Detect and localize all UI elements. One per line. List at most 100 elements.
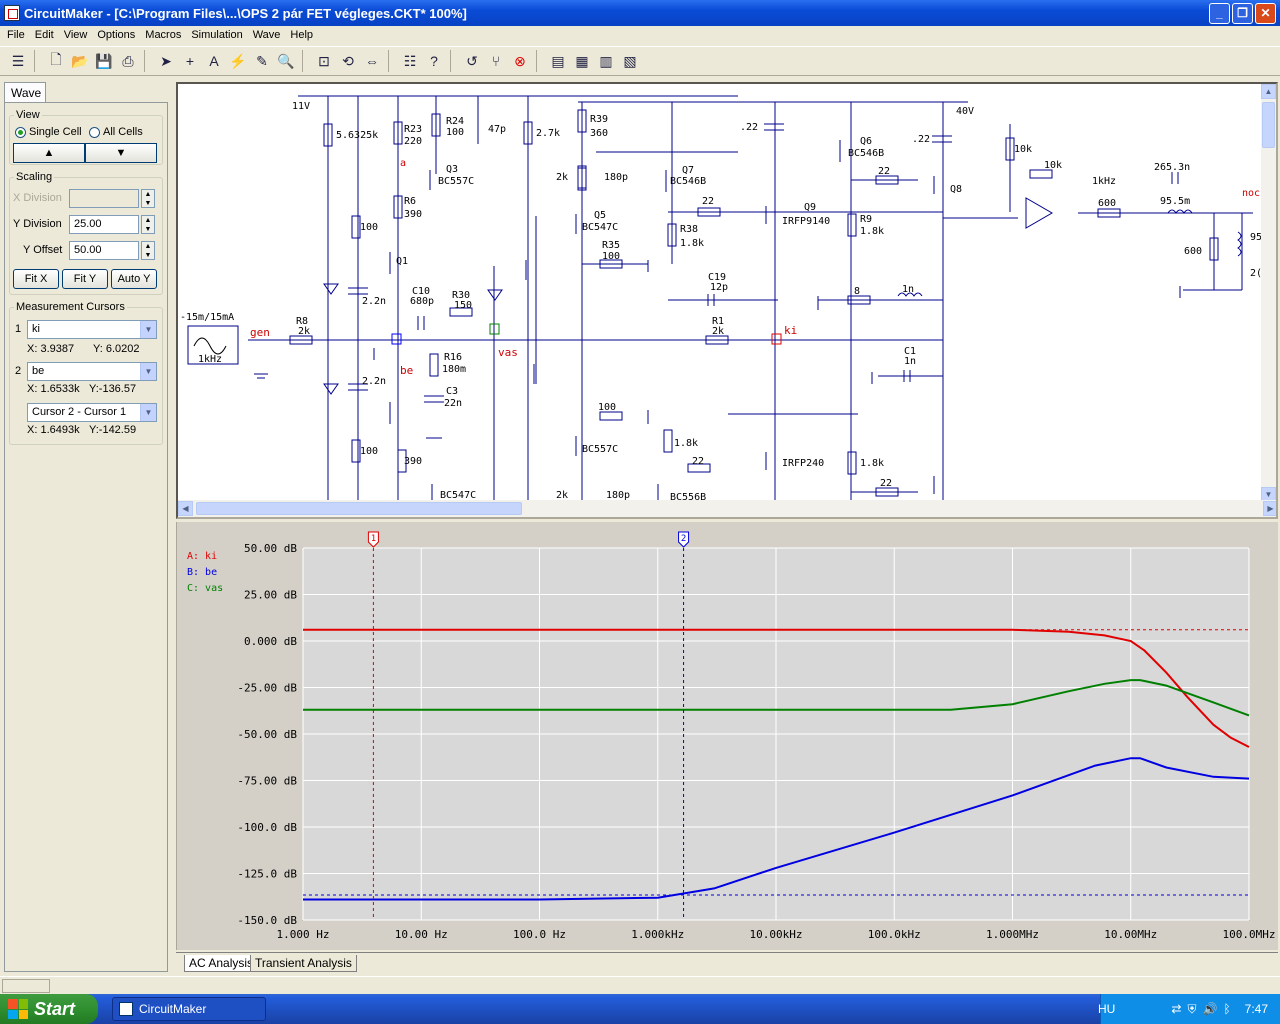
horizontal-scroll-thumb[interactable] [196,502,522,515]
all-cells-radio[interactable]: All Cells [89,126,143,138]
scroll-right-icon[interactable]: ▶ [1263,501,1276,516]
wave-window-icon[interactable]: ▤ [546,49,570,73]
node-vas-label: vas [498,346,518,359]
restore-button[interactable]: ❐ [1232,3,1253,24]
part-r24-value: 100 [446,127,464,138]
y-offset-field[interactable]: 50.00 [69,241,139,260]
open-folder-icon[interactable]: 📂 [68,49,92,73]
language-indicator[interactable]: HU [1098,1002,1115,1016]
cursor-diff-select[interactable]: Cursor 2 - Cursor 1 ▼ [27,403,157,422]
single-cell-radio[interactable]: Single Cell [15,126,82,138]
menu-edit[interactable]: Edit [30,29,59,41]
scope-icon[interactable]: ▧ [618,49,642,73]
new-file-icon[interactable]: 🗋 [44,49,68,73]
part-r22-d: 22 [880,478,892,489]
y-offset-spinner[interactable]: ▲ ▼ [141,241,155,260]
tab-ac-analysis[interactable]: AC Analysis [184,955,259,972]
part-r8-value: 2k [298,326,310,337]
menu-options[interactable]: Options [92,29,140,41]
y-tick-label: -125.0 dB [237,868,297,881]
rotate-icon[interactable]: ⟲ [336,49,360,73]
probe-pen-icon[interactable]: ✎ [250,49,274,73]
minimize-button[interactable]: _ [1209,3,1230,24]
part-r1k8-b: 1.8k [860,458,884,469]
scroll-left-icon[interactable]: ◀ [178,501,193,516]
print-icon[interactable]: ⎙ [116,49,140,73]
part-r6-value: 390 [404,209,422,220]
part-c3-name: C3 [446,386,458,397]
app-icon [119,1002,133,1016]
parts-icon[interactable]: ☰ [6,49,30,73]
menu-help[interactable]: Help [285,29,318,41]
y-division-field[interactable]: 25.00 [69,215,139,234]
schematic-vertical-scrollbar[interactable]: ▲ ▼ [1261,84,1276,502]
help-icon[interactable]: ? [422,49,446,73]
step-icon[interactable]: ⑂ [484,49,508,73]
view-down-button[interactable]: ▼ [85,143,157,163]
bluetooth-icon[interactable]: ᛒ [1223,1002,1230,1016]
supply-40v-label: 40V [956,106,974,117]
start-button[interactable]: Start [0,994,98,1024]
part-c22-b: .22 [912,134,930,145]
x-division-spinner[interactable]: ▲ ▼ [141,189,155,208]
schematic-horizontal-scrollbar[interactable]: ◀ ▶ [178,500,1276,517]
clock[interactable]: 7:47 [1245,1002,1268,1016]
shield-icon[interactable]: ⛨ [1187,1002,1196,1017]
menu-simulation[interactable]: Simulation [186,29,247,41]
part-q3-value: BC557C [438,176,474,187]
part-r35-name: R35 [602,240,620,251]
wire-tool-icon[interactable]: + [178,49,202,73]
analysis-setup-icon[interactable]: ▥ [594,49,618,73]
y-tick-label: -75.00 dB [237,775,297,788]
taskbar-item-circuitmaker[interactable]: CircuitMaker [112,997,266,1021]
part-r10k-b: 10k [1044,160,1062,171]
stop-icon[interactable]: ⊗ [508,49,532,73]
scroll-up-icon[interactable]: ▲ [1261,84,1276,99]
vertical-scroll-thumb[interactable] [1262,102,1275,148]
menu-view[interactable]: View [59,29,93,41]
part-r600-a: 600 [1098,198,1116,209]
menu-file[interactable]: File [2,29,30,41]
auto-y-button[interactable]: Auto Y [111,269,157,289]
y-tick-label: 25.00 dB [244,589,297,602]
cursor1-node-select[interactable]: ki ▼ [27,320,157,339]
save-icon[interactable]: 💾 [92,49,116,73]
cursor2-node-select[interactable]: be ▼ [27,362,157,381]
chart-svg: 1.000 Hz 10.00 Hz 100.0 Hz 1.000kHz 10.00kHz… [187,531,1275,941]
zoom-fit-icon[interactable]: ⊡ [312,49,336,73]
part-l1n: 1n [902,284,914,295]
reset-icon[interactable]: ↺ [460,49,484,73]
netlist-icon[interactable]: ☷ [398,49,422,73]
text-tool-icon[interactable]: A [202,49,226,73]
tab-transient-analysis[interactable]: Transient Analysis [250,955,357,972]
volume-icon[interactable]: 🔊 [1202,1002,1217,1016]
menu-macros[interactable]: Macros [140,29,186,41]
menu-wave[interactable]: Wave [248,29,286,41]
close-button[interactable]: ✕ [1255,3,1276,24]
analysis-tabs: AC Analysis Transient Analysis [176,952,1278,972]
schematic-canvas[interactable]: 11V 40V -15m/15mA 1kHz gen be ki vas a n… [176,82,1278,519]
ac-analysis-graph[interactable]: 1.000 Hz 10.00 Hz 100.0 Hz 1.000kHz 10.00kHz… [176,522,1278,950]
zoom-icon[interactable]: 🔍 [274,49,298,73]
tab-wave[interactable]: Wave [4,82,46,102]
network-icon[interactable]: ⇄ [1171,1002,1181,1016]
fit-y-button[interactable]: Fit Y [62,269,108,289]
mirror-icon[interactable]: ⇔ [360,49,384,73]
chevron-down-icon: ▼ [140,321,156,338]
x-division-field[interactable] [69,189,139,208]
analysis-icon[interactable]: ▦ [570,49,594,73]
y-division-spinner[interactable]: ▲ ▼ [141,215,155,234]
part-r9-name: R9 [860,214,872,225]
x-tick-label: 1.000kHz [631,928,684,941]
system-tray: ⇄ ⛨ 🔊 ᛒ 7:47 [1100,994,1280,1024]
probe-tool-icon[interactable]: ⚡ [226,49,250,73]
part-r22-a: 22 [878,166,890,177]
y-tick-label: -150.0 dB [237,914,297,927]
part-r390: 390 [404,456,422,467]
part-q7-value: BC546B [670,176,706,187]
part-r2k-a: 2k [556,172,568,183]
arrow-tool-icon[interactable]: ➤ [154,49,178,73]
fit-x-button[interactable]: Fit X [13,269,59,289]
view-up-button[interactable]: ▲ [13,143,85,163]
part-q9-value: IRFP9140 [782,216,830,227]
